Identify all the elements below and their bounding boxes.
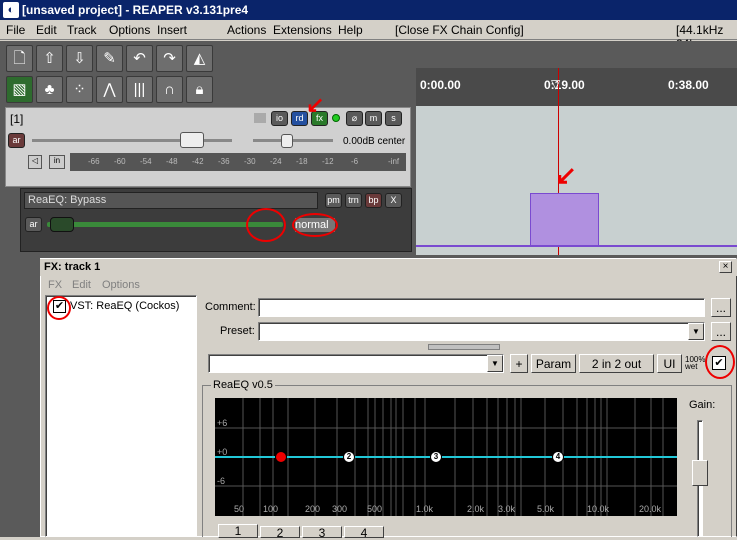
remove-fx-button[interactable]: X	[385, 193, 402, 208]
menu-options[interactable]: Options	[109, 23, 150, 37]
io-dropdown-icon[interactable]: ▼	[487, 355, 503, 372]
eq-frequency-graph[interactable]: +6 +0 -6 2 3 4 50 100 200 300 500 1.0k 2…	[215, 398, 677, 516]
eq-band-node-1[interactable]	[275, 451, 287, 463]
fx-window-close-button[interactable]: ×	[719, 261, 732, 273]
menu-file[interactable]: File	[6, 23, 25, 37]
pin-io-button[interactable]: 2 in 2 out	[579, 354, 654, 373]
annotation-circle-slider	[246, 208, 286, 242]
menu-help[interactable]: Help	[338, 23, 363, 37]
preset-dropdown-icon[interactable]: ▼	[688, 323, 704, 340]
play-cursor-marker: ▽	[551, 77, 561, 91]
envelope-region[interactable]	[530, 193, 599, 246]
band-tab-2[interactable]: 2	[260, 526, 300, 539]
magnet-icon[interactable]: ∩	[156, 76, 183, 103]
comment-label: Comment:	[205, 301, 256, 313]
menu-edit[interactable]: Edit	[36, 23, 57, 37]
plugin-list-item[interactable]: VST: ReaEQ (Cockos)	[70, 300, 179, 312]
pan-slider-knob[interactable]	[281, 134, 293, 148]
pan-slider-track[interactable]	[253, 139, 333, 142]
menu-bar: File Edit Track Options Insert Actions E…	[0, 20, 737, 51]
window-title-bar: [unsaved project] - REAPER v3.131pre4	[0, 0, 737, 20]
open-icon[interactable]: ⇧	[36, 45, 63, 72]
close-fx-chain-config[interactable]: [Close FX Chain Config]	[395, 23, 524, 37]
band-tab-1[interactable]: 1	[218, 524, 258, 538]
fx-automation-button[interactable]: ar	[25, 217, 42, 232]
comment-more-button[interactable]: ...	[711, 298, 731, 317]
fx-plugin-list[interactable]	[45, 295, 197, 537]
param-button[interactable]: Param	[531, 354, 576, 373]
phase-button[interactable]: ⌀	[346, 111, 363, 126]
db-label-zero: +0	[217, 447, 228, 457]
io-select[interactable]	[208, 354, 504, 373]
menu-actions[interactable]: Actions	[227, 23, 266, 37]
freq-axis-labels: 50 100 200 300 500 1.0k 2.0k 3.0k 5.0k 1…	[234, 504, 662, 514]
gain-label: Gain:	[689, 399, 716, 411]
wrench-icon[interactable]: ✎	[96, 45, 123, 72]
bypass-button[interactable]: bp	[365, 193, 382, 208]
folder-icon[interactable]	[254, 113, 266, 123]
eq-band-node-4[interactable]: 4	[552, 451, 564, 463]
gain-slider-knob[interactable]	[692, 460, 708, 486]
volume-readout: 0.00dB center	[343, 136, 406, 147]
new-project-icon[interactable]: 🗋	[6, 45, 33, 72]
fx-menu-edit[interactable]: Edit	[72, 279, 91, 291]
param-mod-button[interactable]: pm	[325, 193, 342, 208]
preset-select[interactable]	[258, 322, 705, 341]
metronome-icon[interactable]: ◭	[186, 45, 213, 72]
plugin-slot[interactable]: ReaEQ: Bypass	[24, 192, 318, 209]
annotation-circle-enable	[47, 296, 71, 320]
automation-button[interactable]: ar	[8, 133, 25, 148]
input-button[interactable]: in	[49, 155, 65, 169]
wet-dry-knob[interactable]	[50, 217, 74, 232]
window-title: [unsaved project] - REAPER v3.131pre4	[22, 3, 249, 17]
plugin-title: ReaEQ v0.5	[211, 379, 275, 391]
undo-icon[interactable]: ↶	[126, 45, 153, 72]
bars-icon[interactable]: |||	[126, 76, 153, 103]
reaper-app-icon: ◐	[3, 2, 19, 18]
volume-slider-knob[interactable]	[180, 132, 204, 148]
preset-label: Preset:	[220, 325, 255, 337]
annotation-arrow-envelope: ↙	[555, 160, 577, 190]
fx-window-title: FX: track 1	[40, 259, 737, 276]
redo-icon[interactable]: ↷	[156, 45, 183, 72]
save-icon[interactable]: ⇩	[66, 45, 93, 72]
trn-button[interactable]: trn	[345, 193, 362, 208]
wet-label: 100% wet	[685, 355, 706, 371]
meter-scale: -66 -60 -54 -48 -42 -36 -30 -24 -18 -12 …	[88, 157, 400, 166]
menu-insert[interactable]: Insert	[157, 23, 187, 37]
ui-button[interactable]: UI	[657, 354, 682, 373]
menu-track[interactable]: Track	[67, 23, 97, 37]
db-label-minus6: -6	[217, 476, 226, 486]
clover-icon[interactable]: ♣	[36, 76, 63, 103]
phase-indicator[interactable]	[332, 114, 340, 122]
envelope-line[interactable]	[416, 245, 737, 247]
add-button[interactable]: +	[510, 354, 528, 373]
solo-button[interactable]: s	[385, 111, 402, 126]
image-icon[interactable]: ▧	[6, 76, 33, 103]
io-button[interactable]: io	[271, 111, 288, 126]
lock-icon[interactable]: 🔒︎	[186, 76, 213, 103]
eq-band-node-2[interactable]: 2	[343, 451, 355, 463]
input-monitor-icon[interactable]: ◁	[28, 155, 42, 169]
annotation-circle-normal	[292, 213, 338, 237]
db-label-plus6: +6	[217, 418, 228, 428]
mute-button[interactable]: m	[365, 111, 382, 126]
envelope-icon[interactable]: ⋀	[96, 76, 123, 103]
grid-icon[interactable]: ⁘	[66, 76, 93, 103]
annotation-circle-wet	[705, 345, 735, 379]
eq-band-node-3[interactable]: 3	[430, 451, 442, 463]
fx-menu-options[interactable]: Options	[102, 279, 140, 291]
comment-input[interactable]	[258, 298, 705, 317]
track-number: [1]	[10, 112, 24, 126]
timeline-ruler[interactable]: 0:00.00 0:19.00 0:38.00	[416, 68, 737, 106]
menu-extensions[interactable]: Extensions	[273, 23, 332, 37]
splitter-handle[interactable]	[428, 344, 500, 350]
preset-more-button[interactable]: ...	[711, 322, 731, 341]
band-tab-4[interactable]: 4	[344, 526, 384, 539]
annotation-arrow-rd: ↙	[306, 92, 325, 117]
fx-menu-fx[interactable]: FX	[48, 279, 62, 291]
band-tab-3[interactable]: 3	[302, 526, 342, 539]
